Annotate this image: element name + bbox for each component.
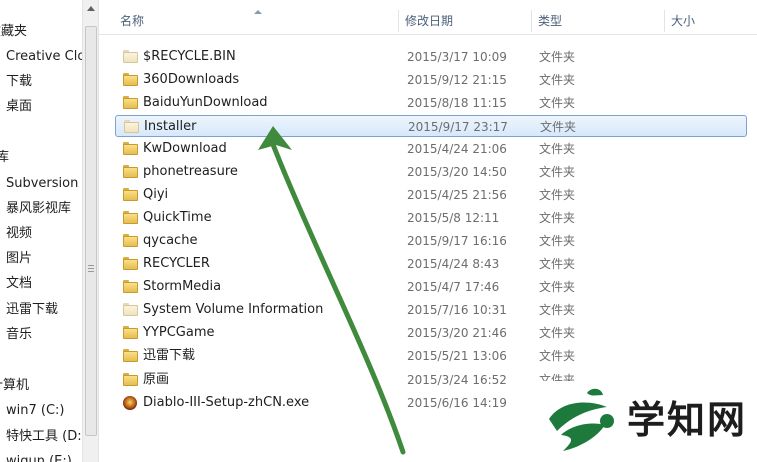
watermark: 学知网 xyxy=(527,381,757,462)
watermark-text: 学知网 xyxy=(627,398,748,442)
xuezhiwang-logo-icon xyxy=(549,388,614,451)
